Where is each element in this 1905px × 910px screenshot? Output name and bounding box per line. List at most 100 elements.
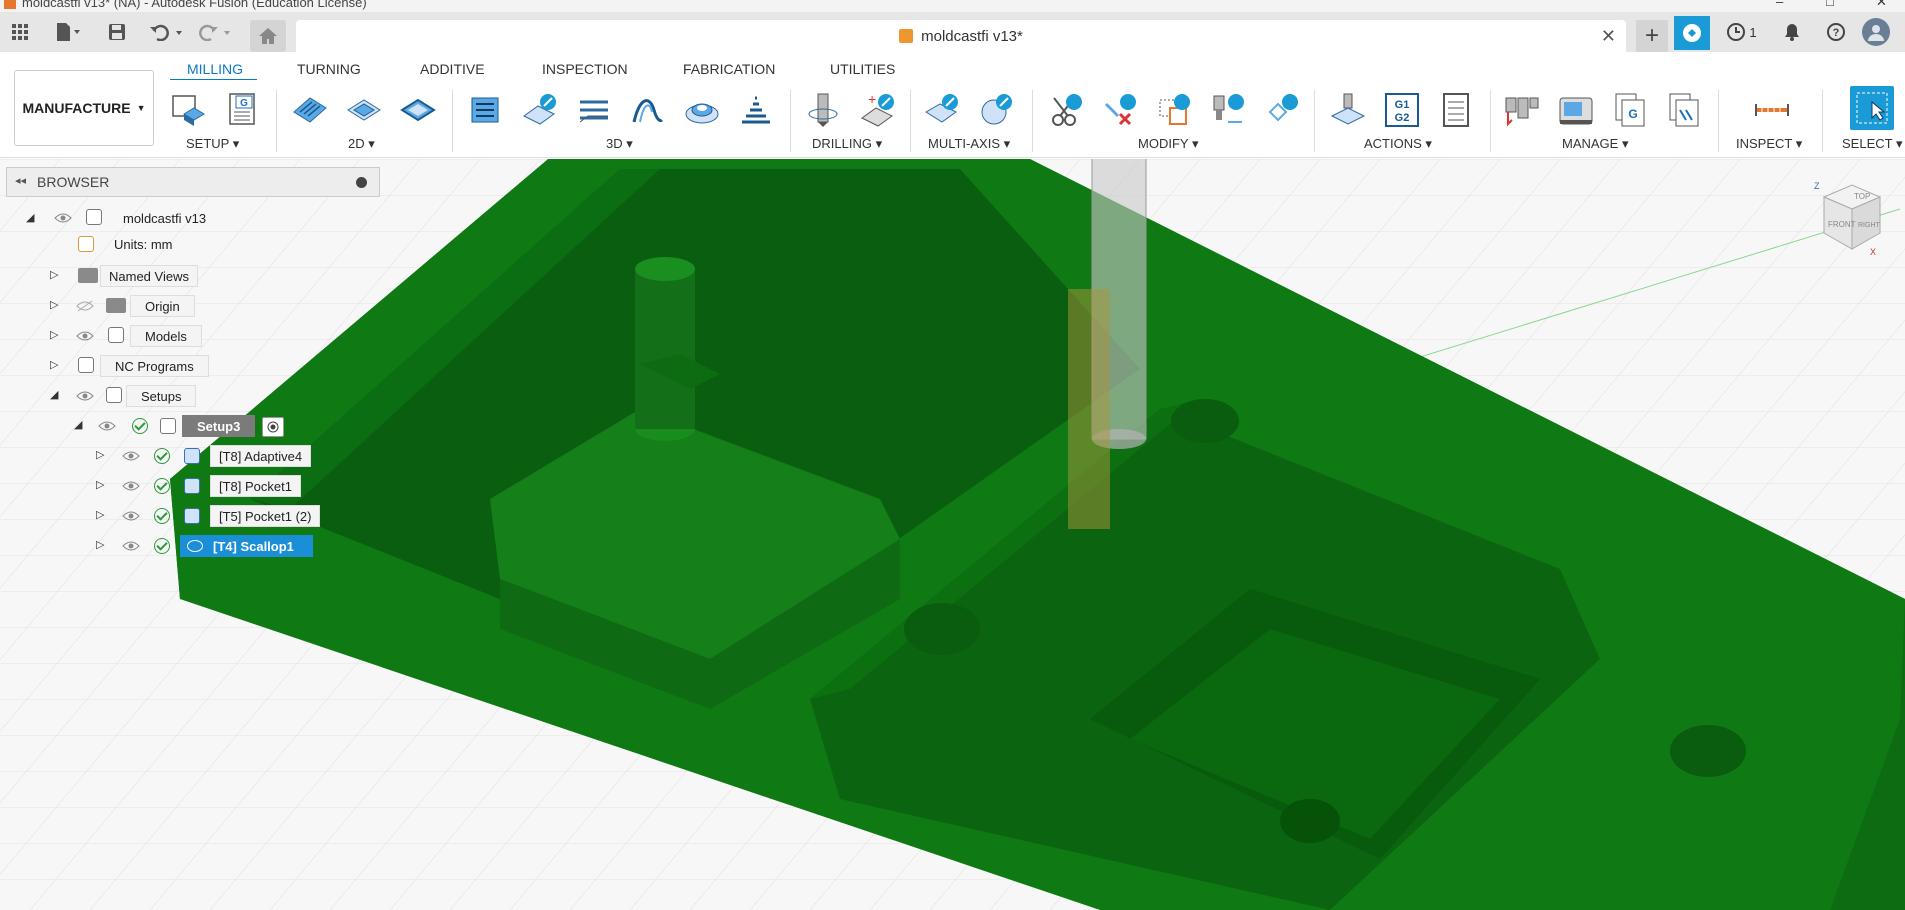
tree-units[interactable]: Units: mm (100, 232, 173, 256)
link-modify-icon[interactable] (1264, 92, 1300, 128)
workspace-switcher[interactable]: MANUFACTURE ▼ (14, 70, 154, 146)
close-window-button[interactable]: ✕ (1876, 0, 1887, 10)
inspect-group-label[interactable]: INSPECT ▾ (1736, 136, 1802, 152)
expand-origin-icon[interactable]: ▷ (50, 298, 58, 311)
hole-recognition-icon[interactable]: + (860, 92, 896, 128)
close-tab-icon[interactable]: ✕ (1601, 26, 1616, 47)
grid-menu-icon[interactable] (8, 20, 32, 44)
save-icon[interactable] (106, 20, 128, 44)
visibility-eye-icon[interactable] (76, 330, 94, 342)
2d-pocket-icon[interactable] (346, 92, 382, 128)
visibility-eye-icon[interactable] (76, 390, 94, 402)
visibility-eye-icon[interactable] (98, 420, 116, 432)
user-avatar[interactable] (1862, 18, 1890, 46)
tab-additive[interactable]: ADDITIVE (420, 61, 485, 77)
setup-group-label[interactable]: SETUP ▾ (186, 136, 239, 152)
tree-setups[interactable]: Setups (126, 385, 197, 407)
nc-program-icon[interactable]: G (226, 92, 262, 128)
file-menu-icon[interactable] (50, 20, 86, 44)
activate-setup-icon[interactable] (262, 417, 284, 437)
tree-op-adaptive4[interactable]: [T8] Adaptive4 (210, 445, 312, 467)
tree-models[interactable]: Models (130, 325, 202, 347)
home-icon[interactable] (250, 20, 286, 52)
maximize-button[interactable]: □ (1826, 0, 1834, 9)
3d-scallop-icon[interactable] (684, 92, 720, 128)
trim-icon[interactable] (1048, 92, 1084, 128)
drill-icon[interactable] (806, 92, 842, 128)
expand-op-icon[interactable]: ▷ (96, 478, 104, 491)
manage-group-label[interactable]: MANAGE ▾ (1562, 136, 1628, 152)
machine-library-icon[interactable] (1558, 92, 1594, 128)
2d-contour-icon[interactable] (400, 92, 436, 128)
tree-op-pocket1-2[interactable]: [T5] Pocket1 (2) (210, 505, 321, 527)
measure-icon[interactable] (1754, 92, 1790, 128)
visibility-eye-icon[interactable] (54, 212, 72, 224)
tree-nc-programs[interactable]: NC Programs (100, 355, 209, 377)
modify-group-label[interactable]: MODIFY ▾ (1138, 136, 1198, 152)
select-group-label[interactable]: SELECT ▾ (1842, 136, 1902, 152)
2d-adaptive-icon[interactable] (292, 92, 328, 128)
viewcube[interactable]: TOP FRONT RIGHT Z X (1810, 177, 1890, 257)
tree-op-pocket1[interactable]: [T8] Pocket1 (210, 475, 301, 497)
tab-milling[interactable]: MILLING (187, 61, 243, 77)
expand-nc-programs-icon[interactable]: ▷ (50, 358, 58, 371)
expand-models-icon[interactable]: ▷ (50, 328, 58, 341)
tree-root[interactable]: moldcastfi v13 (110, 206, 206, 230)
visibility-eye-icon[interactable] (122, 450, 140, 462)
notifications-icon[interactable] (1782, 20, 1802, 44)
tab-inspection[interactable]: INSPECTION (542, 61, 628, 77)
expand-op-icon[interactable]: ▷ (96, 538, 104, 551)
expand-setup3-icon[interactable]: ◢ (74, 418, 82, 431)
delete-toolpath-icon[interactable] (1102, 92, 1138, 128)
extensions-icon[interactable] (1674, 16, 1710, 50)
drilling-group-label[interactable]: DRILLING ▾ (812, 136, 882, 152)
tool-modify-icon[interactable] (1210, 92, 1246, 128)
expand-root-icon[interactable]: ◢ (26, 211, 34, 224)
actions-group-label[interactable]: ACTIONS ▾ (1364, 136, 1432, 152)
3d-group-label[interactable]: 3D ▾ (606, 136, 633, 152)
browser-minimize-icon[interactable] (356, 177, 367, 188)
tree-op-scallop1[interactable]: [T4] Scallop1 (180, 535, 313, 557)
tab-fabrication[interactable]: FABRICATION (683, 61, 775, 77)
browser-panel-header[interactable]: ◂◂ BROWSER (6, 167, 380, 197)
new-tab-icon[interactable]: + (1636, 20, 1668, 52)
tree-setup3[interactable]: Setup3 (182, 415, 256, 437)
tree-origin[interactable]: Origin (130, 295, 195, 317)
move-toolpath-icon[interactable] (1156, 92, 1192, 128)
setup-sheet-icon[interactable] (1438, 92, 1474, 128)
multi-axis-group-label[interactable]: MULTI-AXIS ▾ (928, 136, 1010, 152)
tab-utilities[interactable]: UTILITIES (830, 61, 895, 77)
help-icon[interactable]: ? (1826, 20, 1846, 44)
multi-axis-swarf-icon[interactable] (924, 92, 960, 128)
multi-axis-contour-icon[interactable] (978, 92, 1014, 128)
template-library-icon[interactable] (1666, 92, 1702, 128)
3d-adaptive-icon[interactable] (468, 92, 504, 128)
simulate-icon[interactable] (1330, 92, 1366, 128)
visibility-eye-icon[interactable] (122, 540, 140, 552)
new-setup-icon[interactable] (170, 92, 206, 128)
undo-icon[interactable] (148, 20, 186, 44)
expand-setups-icon[interactable]: ◢ (50, 388, 58, 401)
expand-op-icon[interactable]: ▷ (96, 508, 104, 521)
select-icon[interactable] (1850, 86, 1894, 130)
visibility-eye-icon[interactable] (122, 480, 140, 492)
job-status-icon[interactable]: 1 (1722, 20, 1762, 44)
post-library-icon[interactable]: G (1612, 92, 1648, 128)
visibility-eye-icon[interactable] (122, 510, 140, 522)
expand-op-icon[interactable]: ▷ (96, 448, 104, 461)
document-tab[interactable]: moldcastfi v13* ✕ (296, 20, 1626, 52)
3d-contour-icon[interactable] (738, 92, 774, 128)
tab-turning[interactable]: TURNING (297, 61, 361, 77)
collapse-browser-icon[interactable]: ◂◂ (15, 174, 26, 187)
3d-parallel-icon[interactable] (630, 92, 666, 128)
3d-pocket-icon[interactable] (522, 92, 558, 128)
3d-flat-icon[interactable] (576, 92, 612, 128)
expand-named-views-icon[interactable]: ▷ (50, 268, 58, 281)
minimize-button[interactable]: – (1776, 0, 1783, 9)
hidden-eye-icon[interactable] (76, 300, 94, 312)
tool-library-icon[interactable] (1504, 92, 1540, 128)
2d-group-label[interactable]: 2D ▾ (348, 136, 375, 152)
redo-icon[interactable] (196, 20, 234, 44)
tree-named-views[interactable]: Named Views (100, 265, 198, 287)
post-process-icon[interactable]: G1 G2 (1384, 92, 1420, 128)
